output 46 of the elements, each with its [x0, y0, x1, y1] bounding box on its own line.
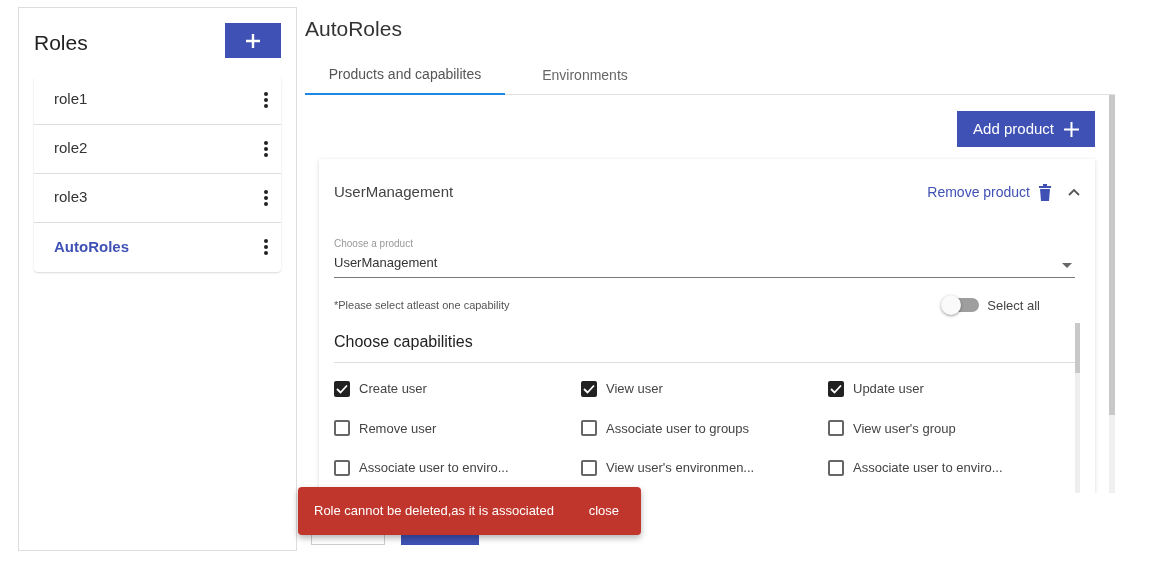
plus-icon: [1064, 121, 1079, 137]
collapse-chevron-icon[interactable]: [1068, 188, 1080, 196]
hint-text: *Please select atleast one capability: [334, 298, 510, 313]
tab[interactable]: Products and capabilites: [305, 55, 505, 95]
close-button[interactable]: close: [588, 501, 619, 521]
checkbox[interactable]: [581, 459, 597, 476]
capability-label: Remove user: [359, 419, 437, 438]
select-all-label: Select all: [987, 296, 1040, 315]
more-vert-icon[interactable]: [263, 90, 269, 109]
trash-icon[interactable]: [1038, 183, 1052, 201]
capability-label: Update user: [853, 380, 924, 398]
capability-label: Associate user to enviro...: [853, 459, 1003, 477]
checkbox[interactable]: [828, 380, 844, 397]
checkbox[interactable]: [828, 459, 844, 476]
more-vert-icon[interactable]: [263, 139, 269, 158]
checkbox[interactable]: [334, 420, 350, 437]
checkbox[interactable]: [828, 420, 844, 437]
role-item[interactable]: role3: [34, 173, 281, 223]
plus-icon: [245, 32, 261, 49]
role-item[interactable]: role1: [34, 75, 281, 125]
more-vert-icon[interactable]: [263, 238, 269, 256]
tab[interactable]: Environments: [505, 55, 665, 95]
product-name: UserManagement: [334, 181, 455, 202]
more-vert-icon[interactable]: [263, 188, 269, 207]
checkbox[interactable]: [334, 380, 350, 397]
capability-label: Create user: [359, 380, 427, 398]
add-product-button[interactable]: Add product: [957, 111, 1095, 147]
snackbar-message: Role cannot be deleted,as it is associated: [314, 502, 554, 521]
role-item[interactable]: AutoRoles: [34, 222, 281, 272]
capability-label: View user's group: [853, 419, 956, 438]
capability-label: View user: [606, 380, 663, 398]
capability-label: Associate user to groups: [606, 419, 750, 438]
product-select[interactable]: Choose a product UserManagement: [334, 236, 1075, 278]
remove-product-link[interactable]: Remove product: [927, 181, 1030, 203]
dropdown-arrow-icon: [1062, 262, 1072, 268]
checkbox[interactable]: [581, 380, 597, 397]
capability-label: View user's environmen...: [606, 459, 755, 477]
checkbox[interactable]: [581, 420, 597, 437]
add-role-button[interactable]: [225, 23, 281, 58]
checkbox[interactable]: [334, 459, 350, 476]
page-title: AutoRoles: [305, 16, 403, 39]
section-title: Choose capabilities: [334, 330, 1075, 363]
capability-label: Associate user to enviro...: [359, 459, 509, 477]
role-item[interactable]: role2: [34, 124, 281, 174]
sidebar-title: Roles: [34, 30, 88, 56]
select-all-toggle[interactable]: [943, 298, 980, 313]
